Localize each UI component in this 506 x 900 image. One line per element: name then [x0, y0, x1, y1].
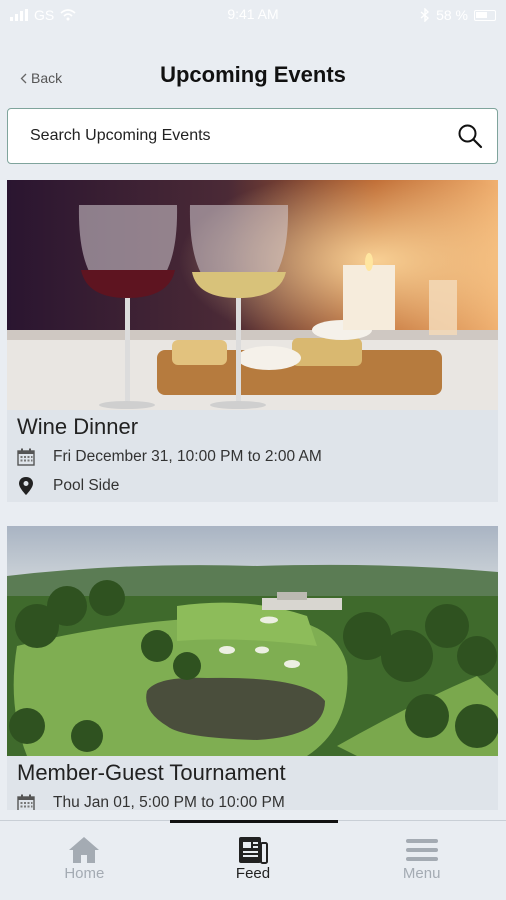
feed-icon	[239, 837, 268, 864]
menu-icon	[405, 839, 438, 861]
calendar-icon	[17, 794, 35, 810]
page-title: Upcoming Events	[160, 62, 346, 87]
status-bar: GS 9:41 AM 58 %	[0, 0, 506, 30]
tab-home-label: Home	[64, 865, 105, 882]
event-image-golf-course[interactable]	[7, 526, 498, 756]
event-location: Pool Side	[53, 476, 120, 494]
tab-feed[interactable]: Feed	[169, 821, 338, 900]
event-datetime-row: Fri December 31, 10:00 PM to 2:00 AM	[7, 442, 498, 471]
event-title[interactable]: Member-Guest Tournament	[7, 756, 498, 788]
tab-menu[interactable]: Menu	[337, 821, 506, 900]
tab-feed-label: Feed	[235, 865, 271, 882]
search-input[interactable]	[28, 126, 457, 146]
active-tab-indicator	[170, 820, 338, 823]
event-title[interactable]: Wine Dinner	[7, 410, 498, 442]
tab-menu-label: Menu	[402, 865, 441, 882]
tab-home[interactable]: Home	[0, 821, 169, 900]
event-datetime-row: Thu Jan 01, 5:00 PM to 10:00 PM	[7, 788, 498, 810]
event-card[interactable]: Wine Dinner Fri December 31, 10:00 PM to…	[7, 180, 498, 502]
event-datetime: Thu Jan 01, 5:00 PM to 10:00 PM	[53, 793, 285, 811]
tab-bar: Home Feed Menu	[0, 820, 506, 900]
location-pin-icon	[19, 476, 33, 495]
nav-header: Back Upcoming Events	[0, 56, 506, 100]
search-icon[interactable]	[457, 123, 483, 149]
battery-icon	[474, 9, 496, 21]
event-card[interactable]: Member-Guest Tournament Thu Jan 01, 5:00…	[7, 526, 498, 810]
search-bar[interactable]	[7, 108, 498, 164]
event-location-row: Pool Side	[7, 471, 498, 500]
event-datetime: Fri December 31, 10:00 PM to 2:00 AM	[53, 447, 322, 465]
status-time: 9:41 AM	[227, 6, 279, 22]
calendar-icon	[17, 448, 35, 466]
home-icon	[69, 837, 100, 863]
event-image-wine-dinner[interactable]	[7, 180, 498, 410]
